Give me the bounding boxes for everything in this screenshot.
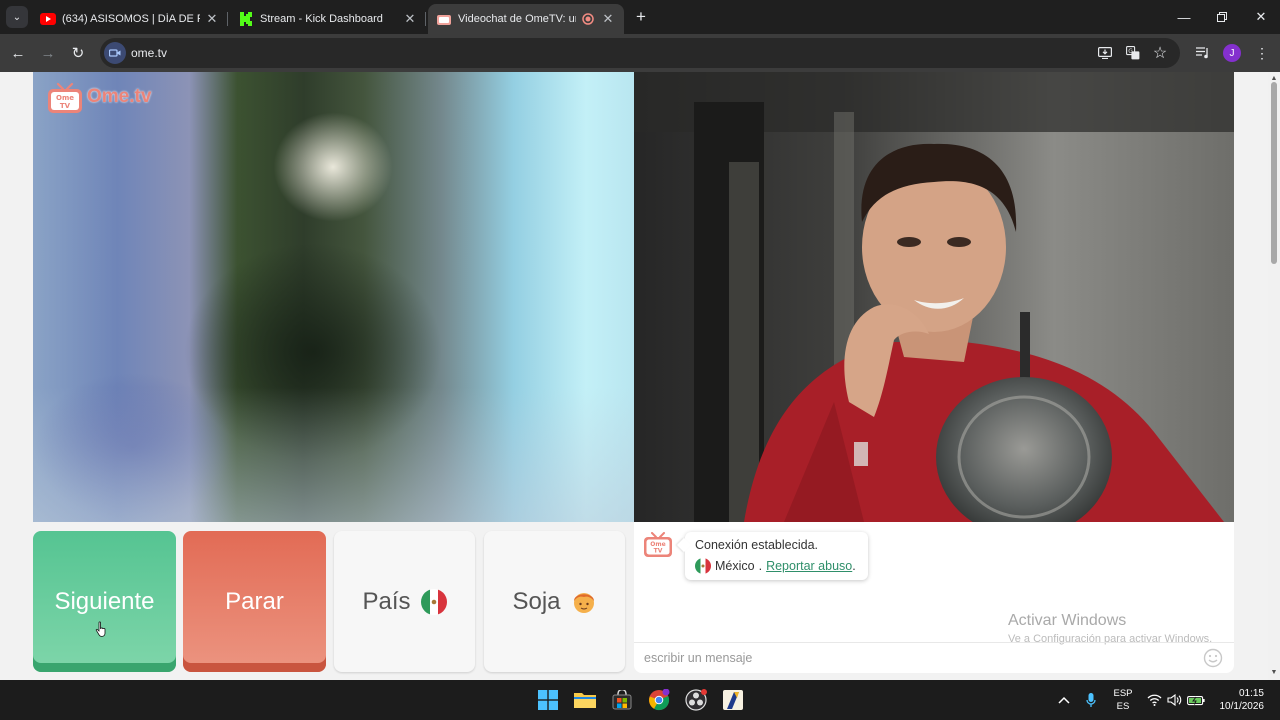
stop-button-label: Parar bbox=[225, 587, 284, 615]
close-window-icon[interactable]: ✕ bbox=[1243, 4, 1279, 30]
scroll-down-arrow-icon[interactable]: ▼ bbox=[1270, 669, 1278, 677]
own-webcam-video bbox=[634, 72, 1234, 522]
kick-icon bbox=[238, 11, 254, 27]
separator-text: . bbox=[758, 559, 763, 573]
wifi-icon[interactable] bbox=[1145, 692, 1163, 708]
tab-search-chevron-icon[interactable]: ⌄ bbox=[6, 6, 28, 28]
windows-start-icon[interactable] bbox=[536, 688, 560, 712]
tab-close-icon[interactable]: ✕ bbox=[600, 11, 616, 27]
volume-icon[interactable] bbox=[1165, 692, 1183, 708]
game-launcher-icon[interactable] bbox=[721, 688, 745, 712]
url-text: ome.tv bbox=[131, 46, 168, 60]
system-clock[interactable]: 01:15 10/1/2026 bbox=[1208, 687, 1265, 713]
next-button-label: Siguiente bbox=[54, 587, 155, 615]
ometv-icon bbox=[436, 11, 452, 27]
forward-arrow-icon[interactable]: → bbox=[37, 42, 59, 64]
svg-text:Ome: Ome bbox=[56, 94, 74, 102]
maximize-icon[interactable] bbox=[1204, 4, 1240, 30]
browser-toolbar: ← → ↻ ome.tv G ☆ J ⋮ bbox=[0, 34, 1280, 72]
mexico-flag-icon bbox=[695, 558, 711, 574]
profile-avatar[interactable]: J bbox=[1223, 44, 1241, 62]
tab-youtube[interactable]: (634) ASISOMOS | DÍA DE PLAYA ✕ bbox=[32, 4, 228, 34]
country-button-label: País bbox=[362, 587, 411, 615]
activate-windows-title: Activar Windows bbox=[1008, 612, 1127, 629]
back-arrow-icon[interactable]: ← bbox=[7, 42, 29, 64]
tab-close-icon[interactable]: ✕ bbox=[402, 11, 418, 27]
minimize-icon[interactable]: — bbox=[1166, 4, 1202, 30]
stranger-video: Ome TV Ome.tv bbox=[33, 72, 634, 522]
microsoft-store-icon[interactable] bbox=[610, 688, 634, 712]
tab-title: Videochat de OmeTV: una alternativa bbox=[458, 13, 576, 25]
media-control-icon[interactable] bbox=[1192, 42, 1214, 64]
tab-title: (634) ASISOMOS | DÍA DE PLAYA bbox=[62, 13, 200, 25]
translate-icon[interactable]: G bbox=[1124, 44, 1142, 62]
country-filter-button[interactable]: País bbox=[334, 531, 475, 672]
browser-tab-strip: ⌄ (634) ASISOMOS | DÍA DE PLAYA ✕ Stream… bbox=[0, 0, 1280, 34]
chrome-icon[interactable] bbox=[647, 688, 671, 712]
ometv-logo[interactable]: Ome TV Ome.tv bbox=[47, 82, 152, 113]
tab-close-icon[interactable]: ✕ bbox=[204, 11, 220, 27]
ometv-page: Ome TV Ome.tv Siguiente Parar País Soja … bbox=[0, 72, 1268, 680]
recording-icon bbox=[580, 11, 596, 27]
partner-country-text: México bbox=[715, 559, 755, 573]
bookmark-star-icon[interactable]: ☆ bbox=[1151, 44, 1169, 62]
report-abuse-link[interactable]: Reportar abuso bbox=[766, 559, 852, 573]
stop-button[interactable]: Parar bbox=[183, 531, 326, 672]
message-input-placeholder: escribir un mensaje bbox=[644, 651, 753, 665]
input-language[interactable]: ESP ES bbox=[1112, 687, 1134, 713]
menu-dots-icon[interactable]: ⋮ bbox=[1251, 42, 1273, 64]
youtube-icon bbox=[40, 11, 56, 27]
hand-cursor-icon bbox=[95, 621, 106, 637]
gender-button-label: Soja bbox=[512, 587, 561, 615]
clock-time: 01:15 bbox=[1238, 688, 1264, 699]
svg-text:G: G bbox=[1128, 48, 1133, 55]
svg-text:TV: TV bbox=[60, 102, 71, 110]
address-bar[interactable]: ome.tv G ☆ bbox=[100, 38, 1180, 68]
scrollbar-thumb[interactable] bbox=[1271, 82, 1277, 264]
boy-emoji-icon bbox=[573, 592, 594, 613]
windows-taskbar: ESP ES 01:15 10/1/2026 bbox=[0, 680, 1280, 720]
gender-filter-button[interactable]: Soja bbox=[484, 531, 625, 672]
ometv-avatar-icon: Ome TV bbox=[643, 532, 673, 558]
install-app-icon[interactable] bbox=[1096, 44, 1114, 62]
tab-ometv[interactable]: Videochat de OmeTV: una alternativa ✕ bbox=[428, 4, 624, 34]
tab-kick[interactable]: Stream - Kick Dashboard ✕ bbox=[230, 4, 426, 34]
chat-panel: Ome TV Conexión establecida. México . Re… bbox=[634, 522, 1234, 673]
ometv-tv-icon: Ome TV bbox=[47, 82, 83, 113]
obs-studio-icon[interactable] bbox=[684, 688, 708, 712]
new-tab-plus-icon[interactable]: + bbox=[632, 8, 650, 26]
chevron-up-icon[interactable] bbox=[1055, 692, 1073, 708]
tab-title: Stream - Kick Dashboard bbox=[260, 13, 383, 25]
next-button[interactable]: Siguiente bbox=[33, 531, 176, 672]
reload-icon[interactable]: ↻ bbox=[67, 42, 89, 64]
report-suffix-text: . bbox=[852, 559, 856, 573]
connection-status-text: Conexión establecida. bbox=[695, 538, 818, 552]
system-message-bubble: Conexión establecida. México . Reportar … bbox=[685, 532, 868, 580]
emoji-smiley-icon[interactable] bbox=[1203, 648, 1223, 668]
message-input[interactable]: escribir un mensaje bbox=[634, 642, 1234, 673]
svg-text:TV: TV bbox=[654, 548, 663, 555]
camera-permission-icon[interactable] bbox=[104, 42, 126, 64]
microphone-icon[interactable] bbox=[1082, 692, 1100, 708]
mexico-flag-icon bbox=[420, 588, 447, 615]
page-scrollbar[interactable]: ▲ ▼ bbox=[1268, 72, 1280, 680]
lang-top: ESP bbox=[1113, 688, 1133, 699]
lang-bottom: ES bbox=[1116, 701, 1130, 712]
clock-date: 10/1/2026 bbox=[1219, 701, 1265, 712]
file-explorer-icon[interactable] bbox=[573, 688, 597, 712]
battery-charging-icon[interactable] bbox=[1186, 692, 1206, 708]
logo-text: Ome.tv bbox=[87, 86, 152, 107]
